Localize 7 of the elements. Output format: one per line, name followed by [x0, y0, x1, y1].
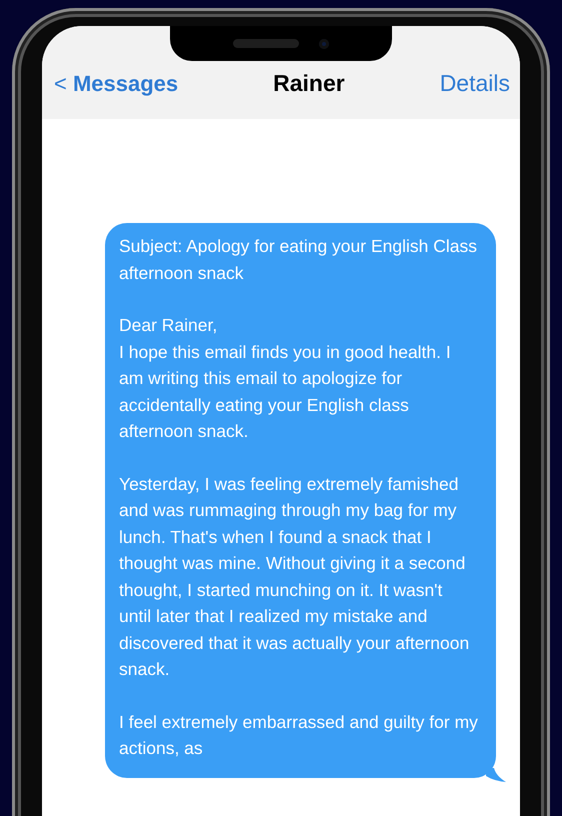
message-paragraph: I feel extremely embarrassed and guilty for my actions, as: [119, 710, 478, 760]
contact-name: Rainer: [273, 70, 345, 97]
message-paragraph: Dear Rainer, I hope this email finds you in good health. I am writing this email to apologize for accidentally eating your English class afternoon snack.: [119, 314, 452, 443]
details-link[interactable]: Details: [440, 70, 510, 97]
message-paragraph: Yesterday, I was feeling extremely famished and was rummaging through my bag for my lunch. That's when I found a snack that I thought was mine. Without giving it a second thought, I started munching on it. It wasn't until later that I realized my mistake and discovered that it was actually your afternoon snack.: [119, 472, 470, 681]
back-link[interactable]: < Messages: [54, 71, 178, 97]
message-paragraph: Subject: Apology for eating your English Class afternoon snack: [119, 235, 478, 284]
